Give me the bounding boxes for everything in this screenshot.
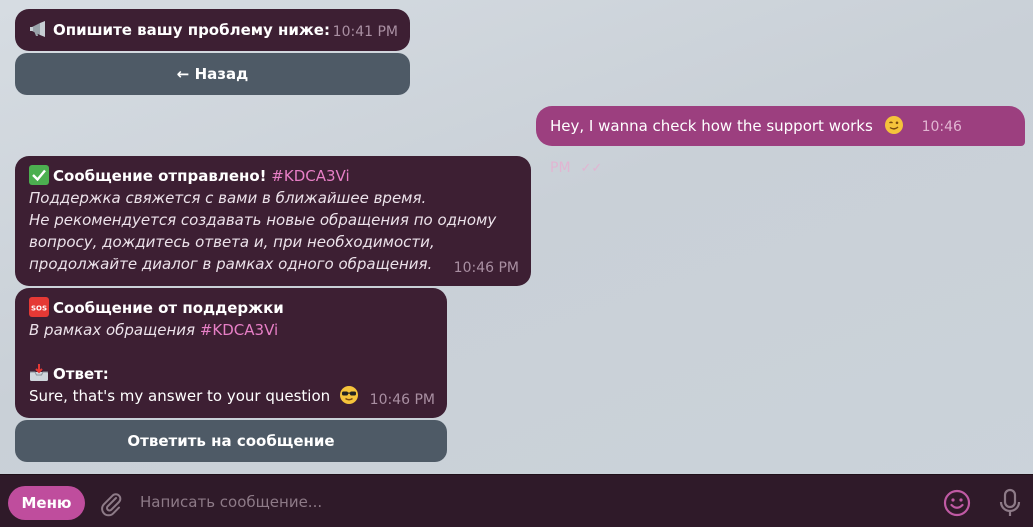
message-time: 10:46 PM (453, 260, 519, 276)
sent-line: Не рекомендуется создавать новые обращен… (29, 211, 497, 229)
answer-label: Ответ: (53, 365, 109, 383)
user-message: Hey, I wanna check how the support works… (536, 106, 1025, 176)
support-subtitle: В рамках обращения (29, 321, 196, 339)
message-input[interactable] (140, 487, 920, 517)
inbox-tray-icon (30, 364, 48, 381)
sent-line: Поддержка свяжется с вами в ближайшее вр… (29, 189, 427, 207)
microphone-icon[interactable] (996, 487, 1024, 519)
sent-title: Сообщение отправлено! (53, 167, 267, 185)
ticket-tag[interactable]: #KDCA3Vi (271, 167, 349, 185)
message-time: 10:46 PM (369, 392, 435, 408)
reply-button[interactable]: Ответить на сообщение (15, 420, 447, 462)
answer-text: Sure, that's my answer to your question (29, 387, 331, 405)
user-message-text: Hey, I wanna check how the support works (550, 117, 873, 135)
prompt-text: Опишите вашу проблему ниже: (53, 21, 330, 39)
check-mark-icon (29, 165, 49, 185)
bot-message-sent: Сообщение отправлено! #KDCA3Vi Поддержка… (15, 156, 531, 286)
menu-button[interactable]: Меню (8, 486, 85, 520)
support-title: Сообщение от поддержки (53, 299, 284, 317)
read-status-icon: ✓✓ (580, 161, 603, 176)
winking-face-icon (884, 116, 903, 134)
emoji-picker-icon[interactable] (942, 488, 972, 518)
paperclip-icon[interactable] (97, 489, 125, 517)
sent-line: продолжайте диалог в рамках одного обращ… (29, 255, 433, 273)
message-time: 10:41 PM (332, 24, 398, 40)
composer-bar: Меню (0, 474, 1033, 527)
bot-message-support: SOS Сообщение от поддержки В рамках обра… (15, 288, 447, 418)
sos-icon: SOS (29, 297, 49, 317)
sunglasses-face-icon (339, 386, 358, 404)
chat-area: Опишите вашу проблему ниже: 10:41 PM ← Н… (0, 0, 1033, 474)
svg-text:SOS: SOS (31, 305, 47, 313)
megaphone-icon (30, 21, 45, 37)
sent-line: вопросу, дождитесь ответа и, при необход… (29, 233, 435, 251)
ticket-tag[interactable]: #KDCA3Vi (200, 321, 278, 339)
back-button[interactable]: ← Назад (15, 53, 410, 95)
bot-message-prompt: Опишите вашу проблему ниже: 10:41 PM (15, 9, 410, 51)
